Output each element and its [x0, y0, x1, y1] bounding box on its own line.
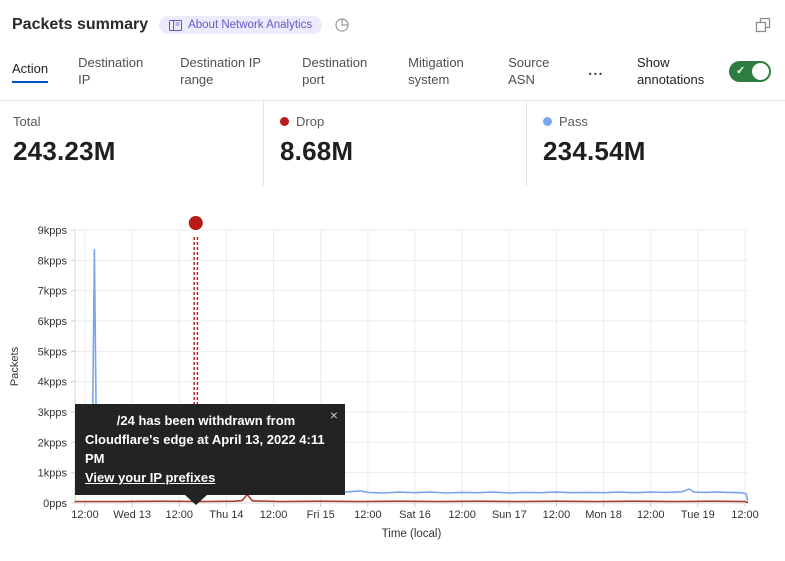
- chart-canvas: 0pps 1kpps 2kpps 3kpps 4kpps 5kpps 6kpps 7kpps 8…: [0, 201, 785, 551]
- y-tick-label: 4kpps: [38, 377, 68, 389]
- duplicate-icon[interactable]: [755, 17, 771, 33]
- view-ip-prefixes-link[interactable]: View your IP prefixes: [85, 470, 215, 485]
- dimension-tabs: Action Destination IP Destination IP range…: [0, 42, 785, 100]
- drop-legend-dot: [280, 117, 289, 126]
- show-annotations-label: Show annotations: [637, 54, 717, 88]
- stat-pass: Pass 234.54M: [526, 101, 785, 186]
- tooltip-caret: [185, 495, 207, 505]
- y-tick-label: 6kpps: [38, 316, 68, 328]
- badge-label: About Network Analytics: [188, 19, 312, 31]
- stat-pass-label-text: Pass: [559, 114, 588, 129]
- stat-pass-label: Pass: [543, 114, 785, 129]
- tab-label: Mitigation system: [408, 55, 464, 87]
- stat-drop-label-text: Drop: [296, 114, 324, 129]
- y-axis-title: Packets: [9, 346, 21, 386]
- pass-legend-dot: [543, 117, 552, 126]
- y-tick-label: 8kpps: [38, 255, 68, 267]
- y-tick-label: 1kpps: [38, 468, 68, 480]
- show-annotations-toggle[interactable]: ✓: [729, 61, 771, 82]
- x-tick-label: Wed 13: [113, 509, 151, 521]
- x-tick-label: 12:00: [543, 509, 571, 521]
- tab-label: Destination port: [302, 55, 367, 87]
- stat-pass-value: 234.54M: [543, 136, 785, 167]
- x-tick-label: Fri 15: [307, 509, 335, 521]
- tab-action[interactable]: Action: [12, 60, 48, 83]
- stat-total-value: 243.23M: [13, 136, 263, 167]
- x-tick-label: 12:00: [71, 509, 99, 521]
- y-tick-label: 2kpps: [38, 437, 68, 449]
- tab-destination-ip-range[interactable]: Destination IP range: [180, 54, 272, 88]
- panel-header: Packets summary About Network Analytics: [0, 0, 785, 40]
- tab-source-asn[interactable]: Source ASN: [508, 54, 558, 88]
- stat-drop: Drop 8.68M: [263, 101, 526, 186]
- stat-drop-value: 8.68M: [280, 136, 526, 167]
- tab-label: Destination IP: [78, 55, 143, 87]
- check-icon: ✓: [736, 64, 745, 77]
- y-tick-label: 9kpps: [38, 225, 68, 237]
- x-tick-label: Mon 18: [585, 509, 622, 521]
- about-network-analytics-badge[interactable]: About Network Analytics: [159, 16, 322, 34]
- stat-total-label: Total: [13, 114, 263, 129]
- x-tick-label: 12:00: [637, 509, 665, 521]
- y-tick-label: 7kpps: [38, 286, 68, 298]
- tab-label: Action: [12, 60, 48, 83]
- x-tick-label: 12:00: [731, 509, 759, 521]
- x-tick-label: Tue 19: [681, 509, 715, 521]
- annotation-dot[interactable]: [189, 216, 203, 230]
- y-tick-label: 3kpps: [38, 407, 68, 419]
- x-tick-label: 12:00: [260, 509, 288, 521]
- tab-mitigation-system[interactable]: Mitigation system: [408, 54, 478, 88]
- close-icon[interactable]: ×: [330, 406, 338, 425]
- x-tick-label: 12:00: [448, 509, 476, 521]
- y-tick-label: 0pps: [43, 498, 67, 510]
- annotation-tooltip: × /24 has been withdrawn from Cloudflare…: [75, 404, 345, 495]
- y-tick-label: 5kpps: [38, 346, 68, 358]
- stats-row: Total 243.23M Drop 8.68M Pass 234.54M: [0, 100, 785, 186]
- x-tick-label: Sun 17: [492, 509, 527, 521]
- series-drop: [75, 495, 747, 503]
- tooltip-line1: /24 has been withdrawn from: [85, 411, 335, 430]
- x-tick-label: 12:00: [354, 509, 382, 521]
- tab-label: Destination IP range: [180, 55, 261, 87]
- tab-destination-port[interactable]: Destination port: [302, 54, 378, 88]
- pie-timer-icon[interactable]: [334, 17, 350, 33]
- tooltip-line2: Cloudflare's edge at April 13, 2022 4:11…: [85, 430, 335, 468]
- toggle-knob: [752, 63, 769, 80]
- x-tick-label: 12:00: [166, 509, 194, 521]
- stat-total: Total 243.23M: [0, 101, 263, 186]
- show-annotations-group: Show annotations ✓: [637, 54, 771, 88]
- stat-drop-label: Drop: [280, 114, 526, 129]
- tab-destination-ip[interactable]: Destination IP: [78, 54, 150, 88]
- packets-chart: 0pps 1kpps 2kpps 3kpps 4kpps 5kpps 6kpps 7kpps 8…: [0, 201, 785, 561]
- tab-label: Source ASN: [508, 55, 549, 87]
- x-tick-label: Sat 16: [399, 509, 431, 521]
- more-tabs-button[interactable]: ...: [588, 66, 604, 76]
- x-axis-title: Time (local): [382, 528, 442, 540]
- book-icon: [169, 20, 182, 31]
- page-title: Packets summary: [12, 16, 148, 34]
- x-tick-label: Thu 14: [209, 509, 243, 521]
